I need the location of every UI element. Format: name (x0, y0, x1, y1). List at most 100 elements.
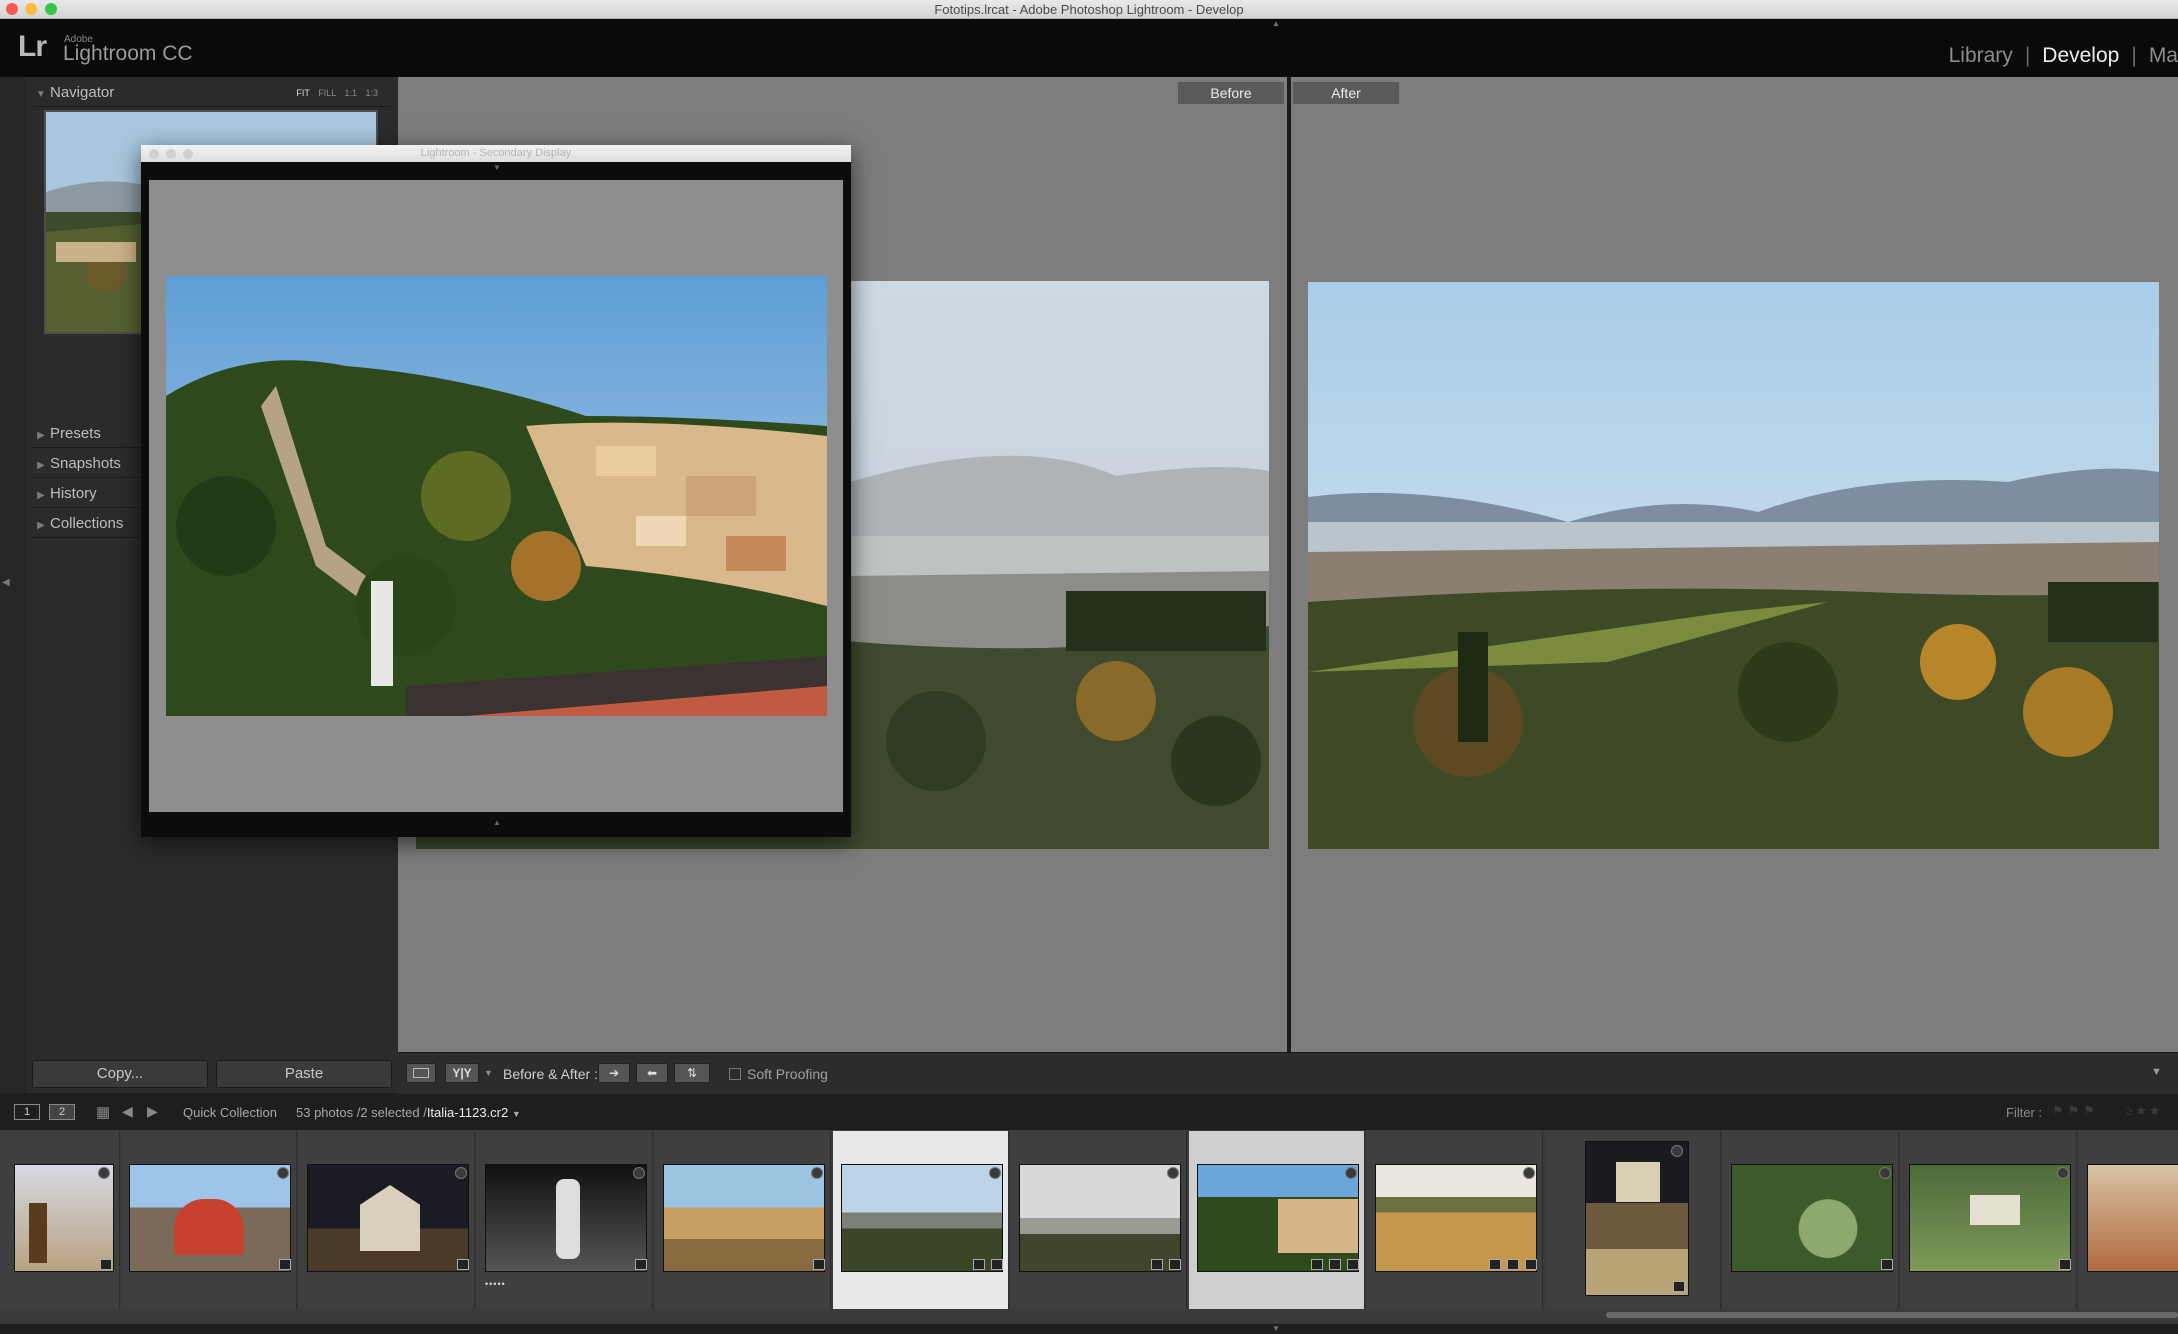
filmstrip-cell[interactable] (2079, 1131, 2178, 1309)
filmstrip-cell[interactable] (121, 1131, 297, 1309)
soft-proofing-label: Soft Proofing (747, 1066, 828, 1082)
develop-badge-icon (991, 1259, 1003, 1270)
develop-badge-icon (100, 1259, 112, 1270)
collapsed-triangle-icon: ▶ (37, 520, 45, 531)
filmstrip-cell[interactable] (1723, 1131, 1899, 1309)
filter-flag-icons[interactable]: ⚑⚑⚑ (2052, 1103, 2099, 1119)
develop-badge-icon (813, 1259, 825, 1270)
develop-badge-icon (635, 1259, 647, 1270)
status-dot-icon (455, 1167, 467, 1179)
status-dot-icon (811, 1167, 823, 1179)
filmstrip-cell[interactable] (0, 1131, 120, 1309)
develop-badge-icon (1881, 1259, 1893, 1270)
star-rating[interactable]: ••••• (485, 1279, 506, 1289)
before-label: Before (1178, 82, 1284, 104)
develop-badge-icon (457, 1259, 469, 1270)
crop-badge-icon (1489, 1259, 1501, 1270)
back-arrow-icon[interactable]: ◀ (122, 1103, 133, 1120)
copy-before-to-after-button[interactable]: ➔ (598, 1063, 630, 1083)
status-dot-icon (633, 1167, 645, 1179)
copy-settings-button[interactable]: Copy... (32, 1060, 208, 1088)
filmstrip-cell-active[interactable] (1189, 1131, 1365, 1309)
before-after-divider (1287, 77, 1291, 1052)
zoom-1-1[interactable]: 1:1 (344, 88, 357, 98)
module-separator: | (2131, 44, 2137, 67)
forward-arrow-icon[interactable]: ▶ (147, 1103, 158, 1120)
secondary-display-image[interactable] (166, 276, 827, 716)
photo-count: 53 photos /2 selected / (296, 1105, 427, 1120)
develop-badge-icon (279, 1259, 291, 1270)
filmstrip-cell-selected[interactable] (833, 1131, 1009, 1309)
after-image[interactable] (1308, 282, 2159, 849)
filmstrip-cell[interactable]: ••••• (477, 1131, 653, 1309)
grid-view-icon[interactable]: ▦ (96, 1103, 110, 1121)
navigator-zoom-options[interactable]: FIT FILL 1:1 1:3 (296, 79, 378, 107)
loupe-view-icon (413, 1068, 429, 1078)
after-label: After (1293, 82, 1399, 104)
collapse-bottom-icon[interactable]: ▲ (493, 818, 501, 827)
collapse-filmstrip-icon[interactable]: ▼ (1272, 1325, 1280, 1333)
current-filename: Italia-1123.cr2 (426, 1105, 509, 1120)
module-develop[interactable]: Develop (2042, 44, 2119, 68)
module-separator: | (2024, 44, 2031, 67)
collapse-left-panel-icon[interactable]: ◀ (2, 577, 10, 588)
secondary-window-title-bar: Lightroom - Secondary Display (141, 145, 851, 162)
secondary-screen-button[interactable]: 2 (49, 1104, 75, 1120)
toolbar-options-dropdown-icon[interactable]: ▼ (2151, 1066, 2162, 1078)
collapsed-triangle-icon: ▶ (37, 430, 45, 441)
filter-star-icons[interactable]: ≥★★ (2126, 1103, 2162, 1119)
filmstrip-info[interactable]: 53 photos /2 selected /Italia-1123.cr2 ▼ (296, 1105, 521, 1120)
swap-before-after-button[interactable]: ⇅ (674, 1063, 710, 1083)
swap-icon: ⇅ (686, 1066, 698, 1080)
navigator-header[interactable]: ▼ Navigator FIT FILL 1:1 1:3 (32, 79, 392, 107)
snapshots-label: Snapshots (50, 455, 121, 472)
loupe-view-button[interactable] (406, 1063, 436, 1083)
filmstrip-cell[interactable] (1901, 1131, 2077, 1309)
status-dot-icon (1345, 1167, 1357, 1179)
filmstrip-source[interactable]: Quick Collection (183, 1105, 277, 1120)
navigator-label: Navigator (50, 84, 115, 101)
copy-badge-icon (973, 1259, 985, 1270)
filmstrip-cell[interactable] (655, 1131, 831, 1309)
status-dot-icon (1879, 1167, 1891, 1179)
collapse-top-panel-icon[interactable]: ▲ (1272, 20, 1280, 28)
product-name: Lightroom CC (63, 42, 193, 65)
develop-badge-icon (1347, 1259, 1359, 1270)
collections-label: Collections (50, 515, 124, 532)
before-after-label: Before & After : (503, 1066, 598, 1082)
window-title-bar: Fototips.lrcat - Adobe Photoshop Lightro… (0, 0, 2178, 19)
collapsed-triangle-icon: ▶ (37, 460, 45, 471)
lightroom-logo: Lr (18, 30, 47, 63)
copy-after-to-before-button[interactable]: ⬅ (636, 1063, 668, 1083)
collapse-top-icon[interactable]: ▼ (493, 163, 501, 172)
filmstrip-cell[interactable] (1545, 1131, 1721, 1309)
status-dot-icon (98, 1167, 110, 1179)
view-mode-dropdown-icon[interactable]: ▼ (484, 1068, 493, 1078)
left-panel-edge[interactable]: ◀ (0, 77, 26, 1093)
soft-proofing-checkbox[interactable] (729, 1068, 741, 1080)
zoom-fit[interactable]: FIT (296, 88, 309, 98)
filmstrip-scrollbar[interactable] (1606, 1312, 2178, 1318)
before-after-mode-button[interactable]: Y|Y (445, 1063, 479, 1083)
filter-label: Filter : (2006, 1105, 2043, 1120)
filmstrip-cell[interactable] (1011, 1131, 1187, 1309)
history-label: History (50, 485, 97, 502)
filename-dropdown-icon: ▼ (511, 1109, 521, 1119)
zoom-1-3[interactable]: 1:3 (365, 88, 378, 98)
copy-badge-icon (1151, 1259, 1163, 1270)
module-library[interactable]: Library (1949, 44, 2013, 68)
paste-settings-button[interactable]: Paste (216, 1060, 392, 1088)
expand-triangle-icon: ▼ (36, 89, 46, 100)
crop-badge-icon (1311, 1259, 1323, 1270)
status-dot-icon (2057, 1167, 2069, 1179)
copy-badge-icon (1507, 1259, 1519, 1270)
status-dot-icon (1167, 1167, 1179, 1179)
main-screen-button[interactable]: 1 (14, 1104, 40, 1120)
filmstrip-cell[interactable] (1367, 1131, 1543, 1309)
develop-badge-icon (1525, 1259, 1537, 1270)
status-dot-icon (1671, 1145, 1683, 1157)
filmstrip-cell[interactable] (299, 1131, 475, 1309)
module-map[interactable]: Ma (2149, 44, 2178, 68)
zoom-fill[interactable]: FILL (318, 88, 336, 98)
status-dot-icon (989, 1167, 1001, 1179)
